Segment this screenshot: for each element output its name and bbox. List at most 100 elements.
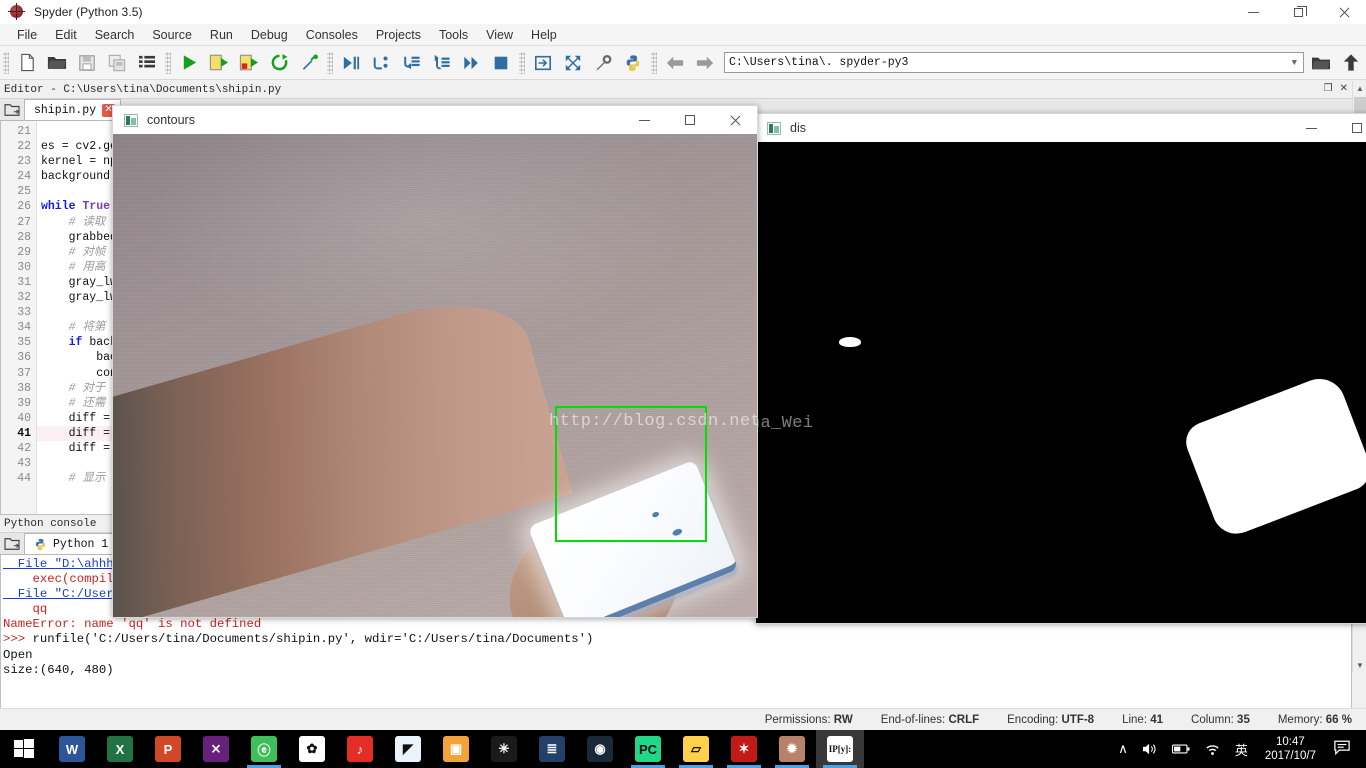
scroll-down-arrow-icon[interactable]: ▼: [1353, 658, 1366, 672]
arrow-up-icon[interactable]: [1336, 48, 1366, 78]
menu-file[interactable]: File: [8, 26, 46, 44]
chevron-down-icon[interactable]: ▼: [1292, 58, 1297, 68]
spyder-app-icon[interactable]: ✹: [768, 730, 816, 768]
close-icon[interactable]: [712, 106, 757, 135]
save-all-icon[interactable]: [102, 48, 132, 78]
file-switcher-icon[interactable]: [132, 48, 162, 78]
opencv-window-dis[interactable]: dis http://blog.csdn.net/Tina_Wei: [755, 113, 1366, 624]
toolbar-grip[interactable]: [165, 51, 171, 74]
menu-source[interactable]: Source: [143, 26, 201, 44]
maximize-pane-icon[interactable]: [528, 48, 558, 78]
steam-icon[interactable]: ◉: [576, 730, 624, 768]
line-number: 21: [17, 125, 31, 138]
run-cell-icon[interactable]: [204, 48, 234, 78]
maximize-icon[interactable]: [667, 106, 712, 135]
preferences-icon[interactable]: [588, 48, 618, 78]
toolbar-grip[interactable]: [3, 51, 9, 74]
maximize-icon[interactable]: [1334, 114, 1366, 143]
word-icon[interactable]: W: [48, 730, 96, 768]
debug-file-icon[interactable]: [336, 48, 366, 78]
rerun-icon[interactable]: [264, 48, 294, 78]
dis-image-canvas[interactable]: http://blog.csdn.net/Tina_Wei: [755, 142, 1366, 624]
menu-debug[interactable]: Debug: [242, 26, 297, 44]
save-file-icon[interactable]: [72, 48, 102, 78]
window-titlebar: Spyder (Python 3.5): [0, 0, 1366, 24]
toolbar-grip[interactable]: [327, 51, 333, 74]
pythonpath-icon[interactable]: [618, 48, 648, 78]
line-number: 39: [17, 396, 31, 410]
back-icon[interactable]: [660, 48, 690, 78]
menu-view[interactable]: View: [477, 26, 522, 44]
mathematica-icon[interactable]: ✶: [720, 730, 768, 768]
clock-time: 10:47: [1276, 736, 1305, 748]
menu-consoles[interactable]: Consoles: [297, 26, 367, 44]
menu-run[interactable]: Run: [201, 26, 242, 44]
run-cell-advance-icon[interactable]: [234, 48, 264, 78]
show-hidden-icons-icon[interactable]: ∧: [1111, 730, 1135, 768]
toolbar-grip[interactable]: [519, 51, 525, 74]
menu-search[interactable]: Search: [86, 26, 144, 44]
minimize-icon[interactable]: [622, 106, 667, 135]
windows-start-icon[interactable]: [0, 730, 48, 768]
configure-run-icon[interactable]: [294, 48, 324, 78]
taskbar-clock[interactable]: 10:47 2017/10/7: [1255, 735, 1326, 763]
step-over-icon[interactable]: [366, 48, 396, 78]
step-return-icon[interactable]: [426, 48, 456, 78]
volume-icon[interactable]: [1135, 730, 1165, 768]
atom-icon[interactable]: ✳: [480, 730, 528, 768]
new-file-icon[interactable]: [12, 48, 42, 78]
menu-projects[interactable]: Projects: [367, 26, 430, 44]
stop-debug-icon[interactable]: [486, 48, 516, 78]
step-into-icon[interactable]: [396, 48, 426, 78]
browse-tabs-icon[interactable]: [0, 533, 24, 554]
close-icon[interactable]: [1321, 0, 1366, 24]
dis-watermark: http://blog.csdn.net/Tina_Wei: [756, 414, 814, 433]
close-pane-icon[interactable]: ✕: [1340, 84, 1348, 95]
qq-icon[interactable]: ✿: [288, 730, 336, 768]
opencv-window-contours[interactable]: contours http://blog.csdn.net/Tina_Wei: [112, 105, 758, 618]
working-directory-value: C:\Users\tina\. spyder-py3: [729, 56, 909, 69]
file-explorer-icon-glyph: ▱: [683, 736, 709, 762]
menu-tools[interactable]: Tools: [430, 26, 477, 44]
wifi-icon[interactable]: [1197, 730, 1228, 768]
360-browser-icon[interactable]: ⓔ: [240, 730, 288, 768]
ime-language-icon[interactable]: 英: [1228, 730, 1255, 768]
netease-music-icon[interactable]: ♪: [336, 730, 384, 768]
menu-edit[interactable]: Edit: [46, 26, 86, 44]
undock-pane-icon[interactable]: ❐: [1324, 84, 1333, 95]
minimize-icon[interactable]: [1289, 114, 1334, 143]
editor-tab-label: shipin.py: [34, 103, 97, 117]
run-file-icon[interactable]: [174, 48, 204, 78]
contours-image-canvas[interactable]: http://blog.csdn.net/Tina_Wei: [112, 134, 758, 618]
powerpoint-icon[interactable]: P: [144, 730, 192, 768]
excel-icon[interactable]: X: [96, 730, 144, 768]
pycharm-icon[interactable]: PC: [624, 730, 672, 768]
menu-help[interactable]: Help: [522, 26, 566, 44]
action-center-icon[interactable]: [1326, 740, 1362, 759]
line-number: 26: [17, 200, 31, 214]
menubar: File Edit Search Source Run Debug Consol…: [0, 24, 1366, 46]
evernote-icon[interactable]: ▣: [432, 730, 480, 768]
foxmail-icon[interactable]: ◤: [384, 730, 432, 768]
open-folder-icon[interactable]: [1306, 48, 1336, 78]
open-file-icon[interactable]: [42, 48, 72, 78]
forward-icon[interactable]: [690, 48, 720, 78]
continue-icon[interactable]: [456, 48, 486, 78]
visual-studio-icon[interactable]: ⨯: [192, 730, 240, 768]
toolbar-grip[interactable]: [651, 51, 657, 74]
editor-tab-shipin-py[interactable]: shipin.py ✕: [24, 99, 122, 120]
ipython-qtconsole-icon[interactable]: IP[y]:: [816, 730, 864, 768]
minimize-icon[interactable]: [1231, 0, 1276, 24]
fullscreen-icon[interactable]: [558, 48, 588, 78]
foxmail-icon-glyph: ◤: [395, 736, 421, 762]
battery-icon[interactable]: [1165, 730, 1197, 768]
restore-icon[interactable]: [1276, 0, 1321, 24]
working-directory-input[interactable]: C:\Users\tina\. spyder-py3 ▼: [724, 52, 1304, 73]
mathematica-icon-glyph: ✶: [731, 736, 757, 762]
browse-tabs-icon[interactable]: [0, 99, 24, 120]
sublime-text-icon[interactable]: ≣: [528, 730, 576, 768]
line-number: 42: [17, 441, 31, 455]
status-column-label: Column:: [1191, 713, 1234, 726]
scroll-up-arrow-icon[interactable]: ▲: [1353, 81, 1366, 95]
file-explorer-icon[interactable]: ▱: [672, 730, 720, 768]
